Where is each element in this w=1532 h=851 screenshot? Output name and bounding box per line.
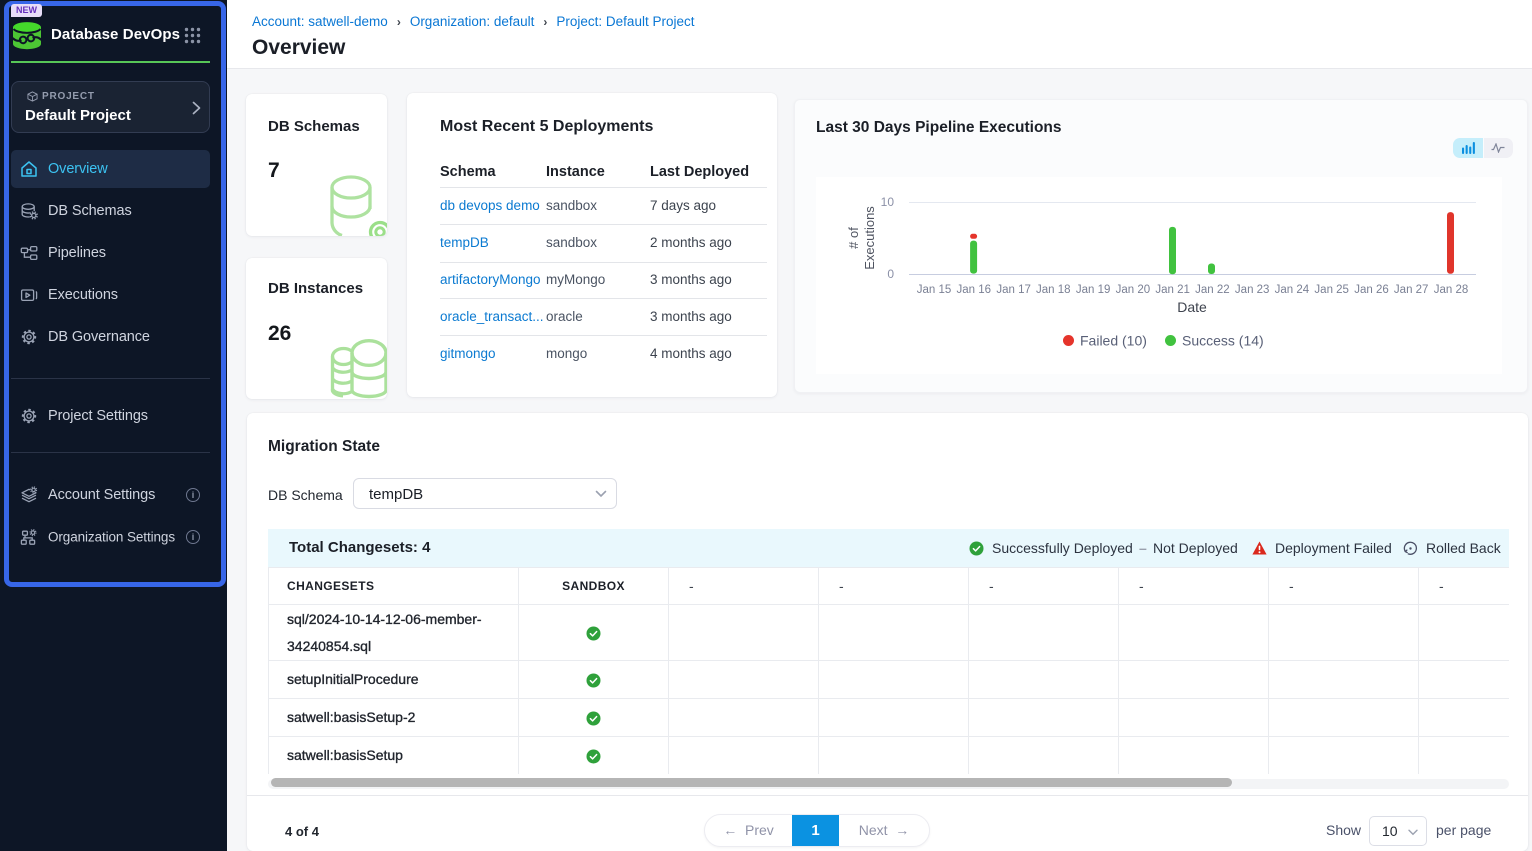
svg-text:Jan 19: Jan 19 (1076, 284, 1111, 296)
svg-text:Jan 26: Jan 26 (1354, 284, 1389, 296)
svg-text:0: 0 (887, 267, 894, 281)
svg-text:Date: Date (1177, 299, 1207, 315)
svg-text:Success (14): Success (14) (1182, 333, 1264, 349)
svg-text:Jan 28: Jan 28 (1434, 284, 1469, 296)
svg-text:10: 10 (881, 195, 895, 209)
svg-text:Jan 15: Jan 15 (917, 284, 952, 296)
svg-text:Jan 23: Jan 23 (1235, 284, 1270, 296)
svg-text:# of: # of (846, 227, 861, 249)
svg-text:Jan 17: Jan 17 (996, 284, 1031, 296)
svg-text:Jan 27: Jan 27 (1394, 284, 1429, 296)
svg-text:Executions: Executions (862, 206, 877, 270)
svg-text:Jan 22: Jan 22 (1195, 284, 1230, 296)
svg-text:Jan 16: Jan 16 (957, 284, 992, 296)
svg-text:Jan 24: Jan 24 (1275, 284, 1310, 296)
svg-text:Jan 21: Jan 21 (1155, 284, 1190, 296)
svg-text:Jan 18: Jan 18 (1036, 284, 1071, 296)
svg-text:Jan 20: Jan 20 (1116, 284, 1151, 296)
svg-text:Jan 25: Jan 25 (1314, 284, 1349, 296)
svg-text:Failed (10): Failed (10) (1080, 333, 1147, 349)
